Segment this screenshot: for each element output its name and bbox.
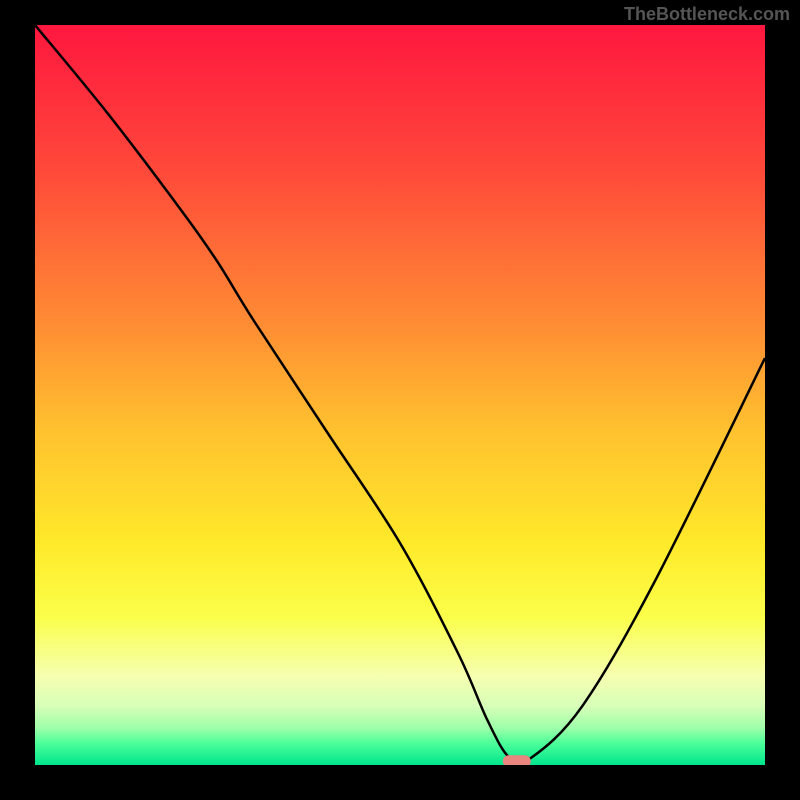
watermark-text: TheBottleneck.com [624, 4, 790, 25]
gradient-background [35, 25, 765, 765]
bottleneck-chart [35, 25, 765, 765]
optimal-marker [503, 755, 531, 765]
chart-svg [35, 25, 765, 765]
